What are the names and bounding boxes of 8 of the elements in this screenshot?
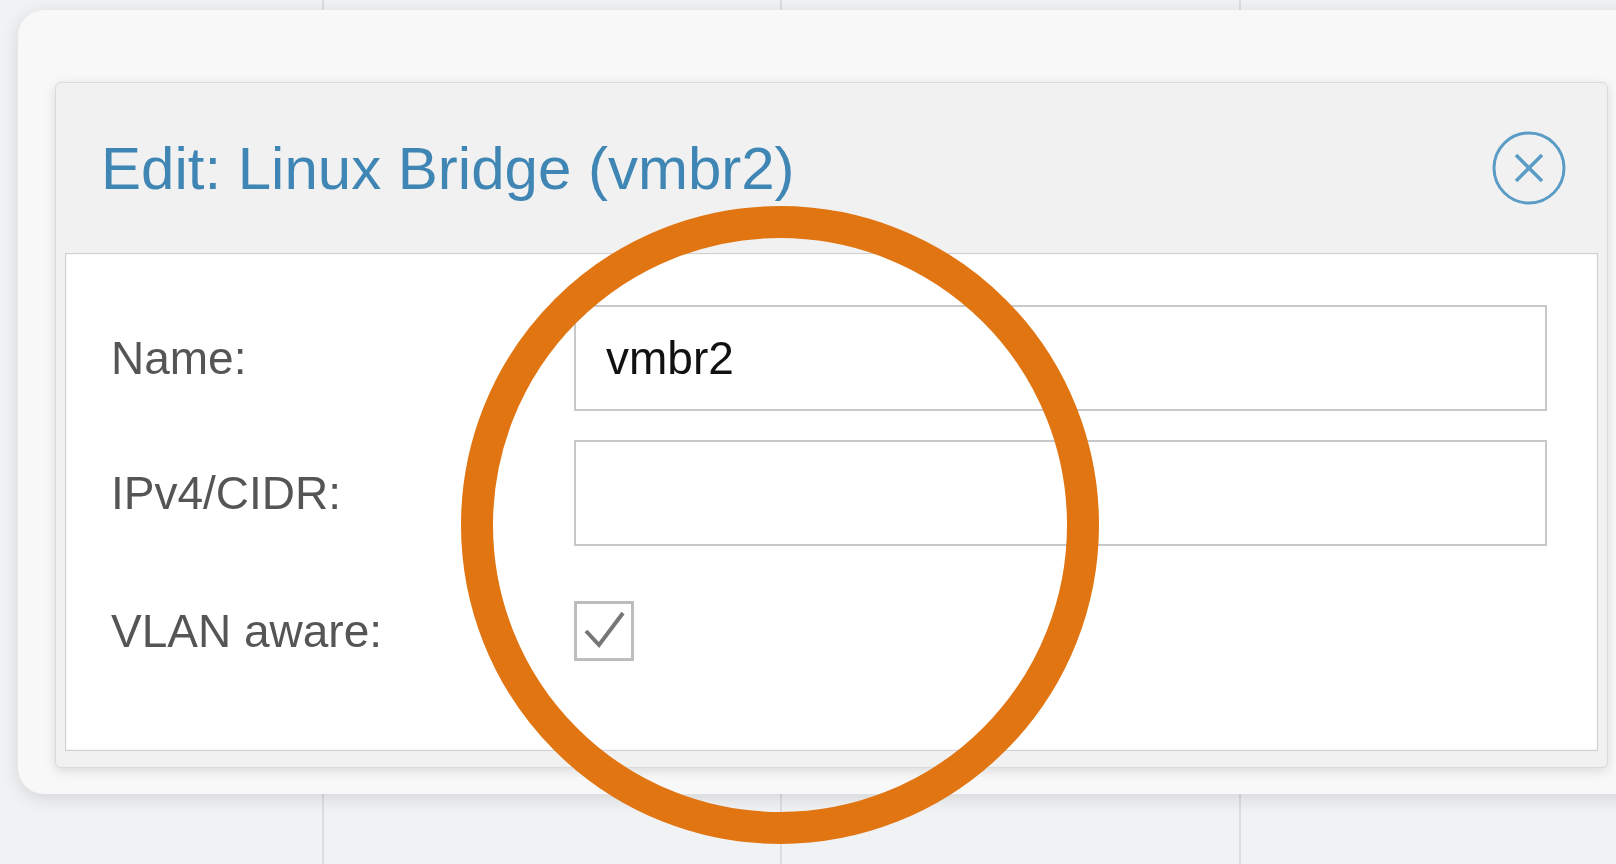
dialog-title: Edit: Linux Bridge (vmbr2) xyxy=(101,133,795,203)
close-icon[interactable] xyxy=(1491,130,1567,206)
field-label: Name: xyxy=(111,331,248,385)
field-label: VLAN aware: xyxy=(111,604,383,658)
checkbox[interactable] xyxy=(574,601,634,661)
field-label: IPv4/CIDR: xyxy=(111,466,343,520)
ip-field[interactable] xyxy=(574,440,1547,546)
name-field[interactable]: vmbr2 xyxy=(574,305,1547,411)
